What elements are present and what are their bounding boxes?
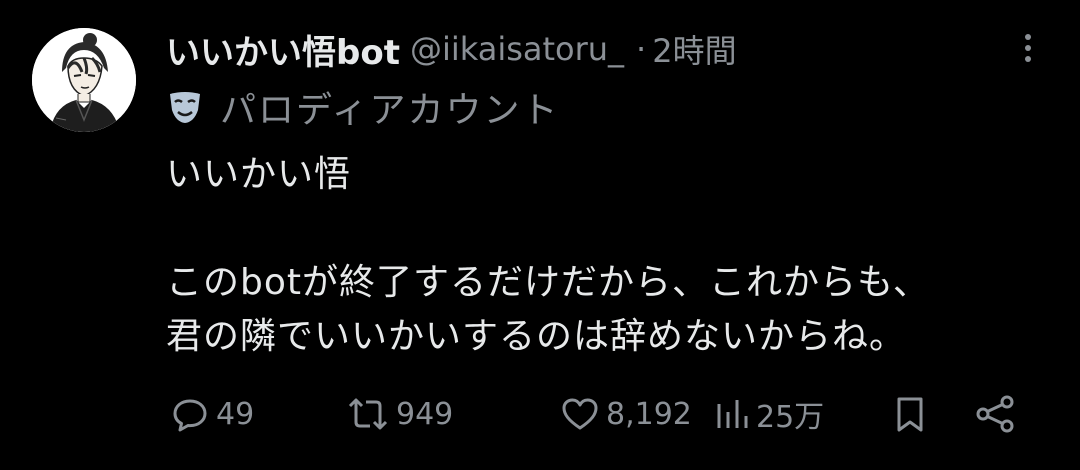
views-icon (714, 394, 750, 434)
bookmark-button[interactable] (890, 388, 930, 440)
avatar[interactable] (32, 28, 136, 132)
views-button[interactable]: 25万 (714, 388, 824, 440)
heart-icon (560, 394, 600, 434)
tweet[interactable]: いいかい悟bot @iikaisatoru_ · 2時間 パロディアカウント い… (0, 0, 1080, 470)
user-handle[interactable]: @iikaisatoru_ (410, 30, 624, 68)
share-button[interactable] (974, 388, 1018, 440)
reply-count: 49 (216, 396, 255, 432)
tweet-text-line: いいかい悟 (166, 154, 352, 195)
retweet-count: 949 (396, 396, 454, 432)
like-button[interactable]: 8,192 (560, 388, 692, 440)
tweet-text: いいかい悟 このbotが終了するだけだから、これからも、 君の隣でいいかいするの… (166, 148, 1056, 364)
more-vertical-icon[interactable] (1016, 30, 1040, 66)
views-count: 25万 (756, 400, 825, 435)
reply-button[interactable]: 49 (170, 388, 254, 440)
separator-dot: · (636, 30, 647, 68)
tweet-text-line: このbotが終了するだけだから、これからも、 (166, 262, 930, 303)
retweet-icon (346, 394, 390, 434)
theater-mask-icon (166, 88, 204, 126)
parody-label: パロディアカウント (220, 90, 560, 131)
tweet-text-line: 君の隣でいいかいするのは辞めないからね。 (166, 316, 907, 357)
timestamp[interactable]: 2時間 (652, 26, 736, 72)
tweet-header: いいかい悟bot @iikaisatoru_ · 2時間 (166, 25, 737, 74)
share-icon (974, 394, 1018, 434)
parody-account-label: パロディアカウント (166, 84, 560, 131)
bookmark-icon (890, 394, 930, 434)
retweet-button[interactable]: 949 (346, 388, 453, 440)
display-name[interactable]: いいかい悟bot (166, 25, 400, 74)
reply-icon (170, 394, 210, 434)
like-count: 8,192 (606, 396, 692, 432)
action-bar: 49 949 8,192 25万 (166, 388, 1036, 440)
